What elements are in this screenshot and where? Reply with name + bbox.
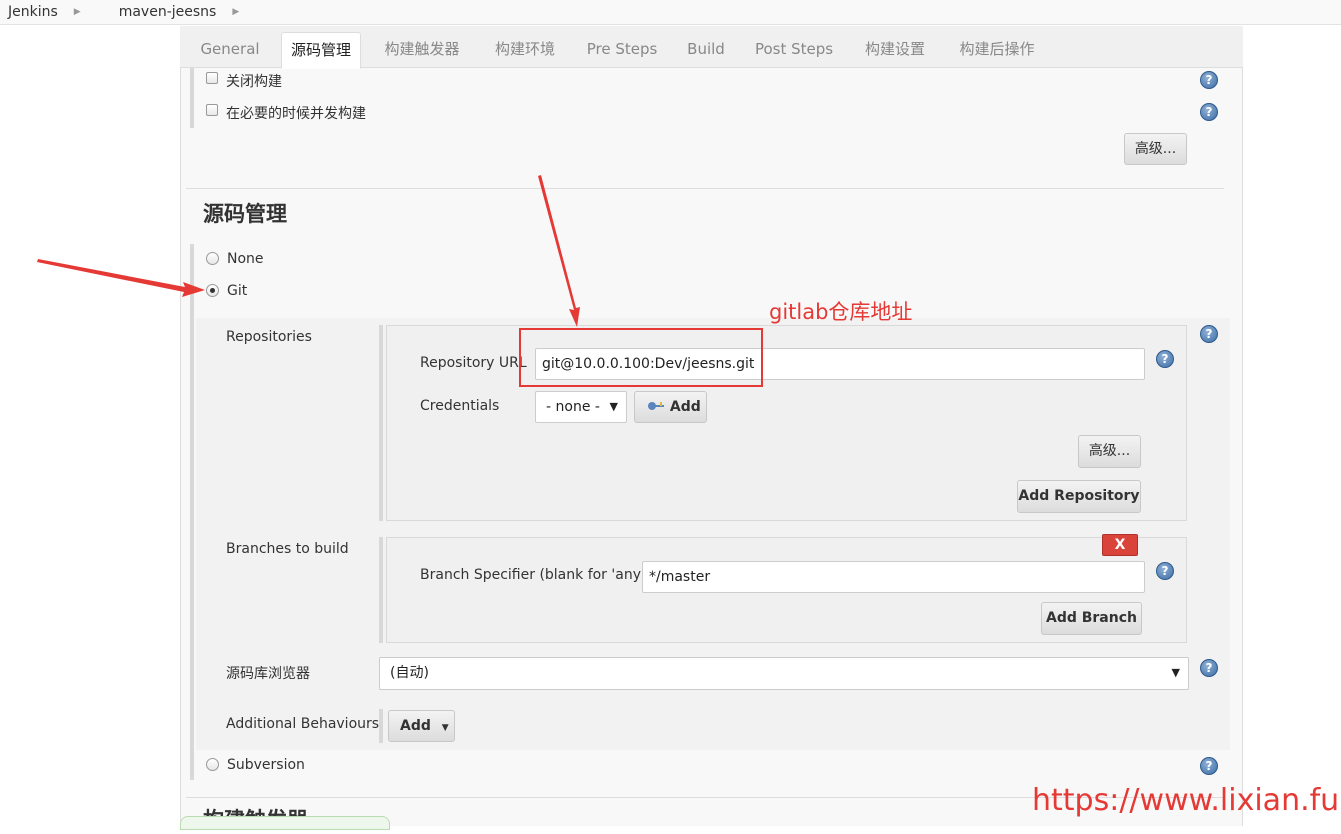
watermark: https://www.lixian.fun xyxy=(1032,783,1341,818)
annotation-arrow-icon xyxy=(37,259,205,297)
annotation-arrow-icon xyxy=(538,175,580,327)
annotation-arrows xyxy=(37,175,580,327)
